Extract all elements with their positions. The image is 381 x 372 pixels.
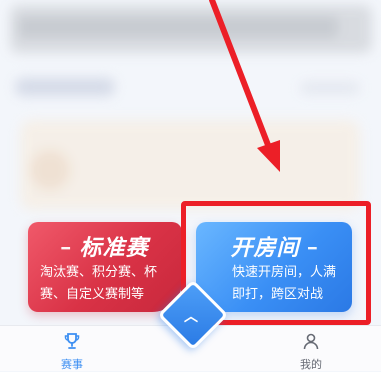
standard-match-description: 淘汰赛、积分赛、杯赛、自定义赛制等 xyxy=(40,265,158,302)
user-icon xyxy=(303,333,319,350)
chevron-up-icon: ︿ xyxy=(184,309,198,325)
standard-match-title-row: ━ 标准赛 xyxy=(28,230,182,262)
dash-decoration-left: ━ xyxy=(61,241,71,257)
standard-match-card[interactable]: ━ 标准赛 淘汰赛、积分赛、杯赛、自定义赛制等 xyxy=(28,222,182,312)
nav-item-events[interactable]: 赛事 xyxy=(42,332,102,372)
standard-match-title: 标准赛 xyxy=(79,236,149,261)
blurred-section-title xyxy=(15,78,115,96)
blurred-top-card xyxy=(10,5,372,53)
nav-item-mine[interactable]: 我的 xyxy=(281,332,341,372)
blurred-content-card xyxy=(20,120,360,210)
blurred-section-link xyxy=(300,82,360,94)
trophy-icon xyxy=(64,333,80,349)
